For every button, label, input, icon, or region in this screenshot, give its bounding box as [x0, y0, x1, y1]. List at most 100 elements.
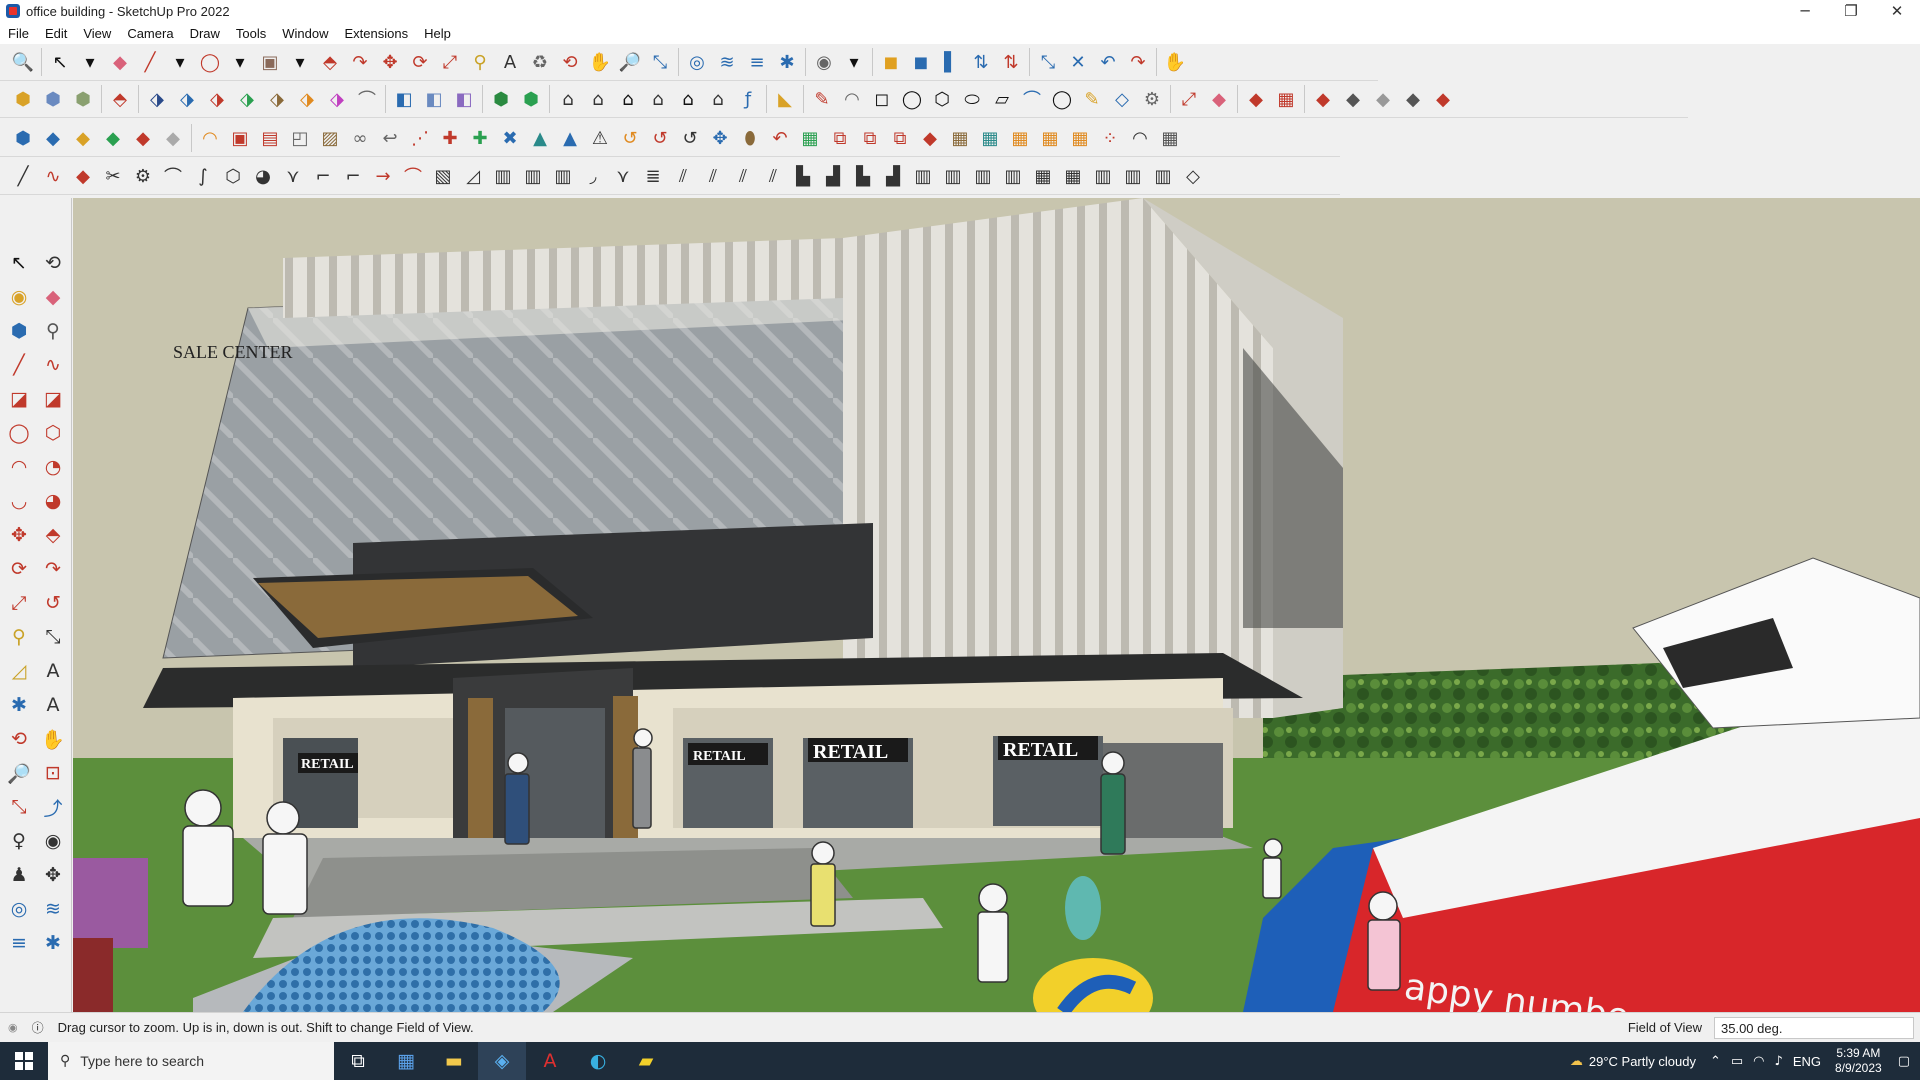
language-indicator[interactable]: ENG: [1793, 1054, 1821, 1069]
dotted-icon[interactable]: ⋰: [405, 123, 435, 153]
cone-icon[interactable]: ▲: [525, 123, 555, 153]
component-icon[interactable]: ⬢: [2, 314, 36, 348]
orbit-icon[interactable]: ⟲: [555, 47, 585, 77]
extrude-icon[interactable]: ⬗: [202, 84, 232, 114]
pie2-icon[interactable]: ◕: [36, 484, 70, 518]
menu-file[interactable]: File: [0, 26, 37, 41]
rotate-icon[interactable]: ⟳: [2, 552, 36, 586]
axes-icon[interactable]: ✱: [2, 688, 36, 722]
box-icon[interactable]: ▧: [428, 161, 458, 191]
offset-icon[interactable]: ↺: [36, 586, 70, 620]
bars-icon[interactable]: ▥: [488, 161, 518, 191]
ellipse-icon[interactable]: ⬭: [957, 84, 987, 114]
zoom-extents-icon[interactable]: ⤡: [645, 47, 675, 77]
circle-icon[interactable]: ◯: [897, 84, 927, 114]
rect-icon[interactable]: ▣: [225, 123, 255, 153]
car-icon[interactable]: ◆: [68, 161, 98, 191]
arrange-icon[interactable]: ⇅: [966, 47, 996, 77]
zoom-tool-icon[interactable]: 🔎: [615, 47, 645, 77]
grid-icon[interactable]: ▦: [1271, 84, 1301, 114]
table-icon[interactable]: ▤: [255, 123, 285, 153]
rectangle-icon[interactable]: ◪: [2, 382, 36, 416]
minimize-button[interactable]: ─: [1782, 0, 1828, 22]
pencil-icon[interactable]: ╱: [2, 348, 36, 382]
path-icon[interactable]: ⌐: [338, 161, 368, 191]
grid-icon[interactable]: ▦: [1005, 123, 1035, 153]
move-icon[interactable]: ✥: [2, 518, 36, 552]
notifications-icon[interactable]: ▢: [1898, 1054, 1910, 1069]
orbit-icon[interactable]: ⟲: [2, 722, 36, 756]
slash-icon[interactable]: ⫽: [668, 161, 698, 191]
rotate-icon[interactable]: ⟳: [405, 47, 435, 77]
bars-icon[interactable]: ▥: [938, 161, 968, 191]
bend-icon[interactable]: ↩: [375, 123, 405, 153]
menu-extensions[interactable]: Extensions: [337, 26, 417, 41]
scale-icon[interactable]: ⤢: [435, 47, 465, 77]
scatter-icon[interactable]: ⁘: [1095, 123, 1125, 153]
paint-icon[interactable]: ♻: [525, 47, 555, 77]
push-pull-icon[interactable]: ⬘: [36, 518, 70, 552]
dropdown-arrow-icon[interactable]: ▾: [225, 47, 255, 77]
styles-icon[interactable]: ✱: [36, 926, 70, 960]
curve-icon[interactable]: ⌒: [398, 161, 428, 191]
component-icon[interactable]: ⬢: [516, 84, 546, 114]
path-icon[interactable]: ⌐: [308, 161, 338, 191]
box-wire-icon[interactable]: ⬢: [38, 84, 68, 114]
account-icon[interactable]: ◉: [809, 47, 839, 77]
dropdown-arrow-icon[interactable]: ▾: [285, 47, 315, 77]
stack-icon[interactable]: ≣: [638, 161, 668, 191]
grid-icon[interactable]: ▦: [1028, 161, 1058, 191]
calculator-app-icon[interactable]: ▦: [382, 1042, 430, 1080]
extrude-icon[interactable]: ⬗: [322, 84, 352, 114]
bars-icon[interactable]: ▥: [1148, 161, 1178, 191]
menu-draw[interactable]: Draw: [182, 26, 228, 41]
text-icon[interactable]: A: [495, 47, 525, 77]
sandbox-icon[interactable]: ◆: [1428, 84, 1458, 114]
menu-window[interactable]: Window: [274, 26, 336, 41]
scissors-icon[interactable]: ✂: [98, 161, 128, 191]
move-icon[interactable]: ✥: [375, 47, 405, 77]
autocad-icon[interactable]: A: [526, 1042, 574, 1080]
section-plane-icon[interactable]: ◼: [876, 47, 906, 77]
hand-icon[interactable]: ✋: [1160, 47, 1190, 77]
dropdown-arrow-icon[interactable]: ▾: [839, 47, 869, 77]
redo-icon[interactable]: ↷: [1123, 47, 1153, 77]
follow-me-icon[interactable]: ↷: [36, 552, 70, 586]
menu-camera[interactable]: Camera: [119, 26, 181, 41]
spiral-icon[interactable]: ↺: [645, 123, 675, 153]
curve-icon[interactable]: ⌒: [1017, 84, 1047, 114]
plane-icon[interactable]: ◆: [68, 123, 98, 153]
menu-tools[interactable]: Tools: [228, 26, 274, 41]
sandbox-icon[interactable]: ◆: [1338, 84, 1368, 114]
orbit-icon[interactable]: ⟲: [36, 246, 70, 280]
task-view-icon[interactable]: ⧉: [334, 1042, 382, 1080]
push-pull-icon[interactable]: ⬘: [315, 47, 345, 77]
flip-icon[interactable]: ⇅: [996, 47, 1026, 77]
section-display-icon[interactable]: ◼: [906, 47, 936, 77]
polygon-icon[interactable]: ⬡: [927, 84, 957, 114]
select-icon[interactable]: ↖: [2, 246, 36, 280]
cube-icon[interactable]: ⬢: [8, 123, 38, 153]
grid-icon[interactable]: ▦: [1035, 123, 1065, 153]
house-icon[interactable]: ⌂: [553, 84, 583, 114]
rotated-rect-icon[interactable]: ◪: [36, 382, 70, 416]
fold-icon[interactable]: ⋎: [278, 161, 308, 191]
tape-measure-icon[interactable]: ⚲: [2, 620, 36, 654]
array-icon[interactable]: ⧉: [825, 123, 855, 153]
array-icon[interactable]: ⧉: [855, 123, 885, 153]
bars-icon[interactable]: ▥: [548, 161, 578, 191]
warehouse-icon[interactable]: ◎: [2, 892, 36, 926]
file-explorer-icon[interactable]: ▬: [430, 1042, 478, 1080]
slash-icon[interactable]: ⫽: [758, 161, 788, 191]
extrude-icon[interactable]: ⬗: [172, 84, 202, 114]
paint-bucket-icon[interactable]: ▣: [255, 47, 285, 77]
grid-icon[interactable]: ▦: [1058, 161, 1088, 191]
curtain-icon[interactable]: ◞: [578, 161, 608, 191]
eraser-icon[interactable]: ◆: [36, 280, 70, 314]
wedge-icon[interactable]: ◿: [458, 161, 488, 191]
freehand-icon[interactable]: ∿: [36, 348, 70, 382]
bezier-icon[interactable]: ∿: [38, 161, 68, 191]
arc-icon[interactable]: ◠: [195, 123, 225, 153]
maximize-button[interactable]: ❐: [1828, 0, 1874, 22]
square-icon[interactable]: ◻: [867, 84, 897, 114]
